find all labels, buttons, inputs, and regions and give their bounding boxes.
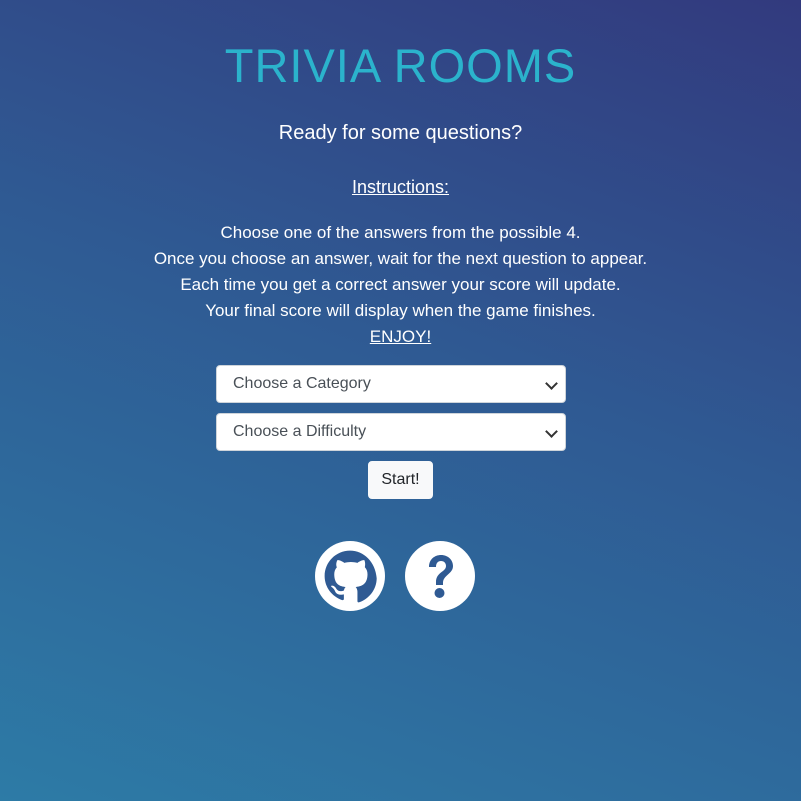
instruction-line: Once you choose an answer, wait for the …: [153, 249, 648, 268]
chevron-down-icon: [545, 425, 558, 438]
github-icon[interactable]: [315, 541, 385, 611]
instruction-line: Choose one of the answers from the possi…: [220, 223, 581, 242]
instructions-text: Choose one of the answers from the possi…: [0, 220, 801, 350]
difficulty-select-value: Choose a Difficulty: [233, 423, 367, 440]
difficulty-select[interactable]: Choose a Difficulty: [216, 413, 566, 451]
instruction-line: Your final score will display when the g…: [205, 301, 596, 320]
category-select-value: Choose a Category: [233, 375, 371, 392]
page-subtitle: Ready for some questions?: [278, 122, 523, 144]
instruction-line: Each time you get a correct answer your …: [180, 275, 621, 294]
category-select[interactable]: Choose a Category: [216, 365, 566, 403]
page: TRIVIA ROOMS Ready for some questions? I…: [0, 0, 801, 801]
start-button[interactable]: Start!: [368, 461, 433, 499]
instructions-closing: ENJOY!: [369, 327, 432, 346]
chevron-down-icon: [545, 377, 558, 390]
help-icon[interactable]: [405, 541, 475, 611]
page-title: TRIVIA ROOMS: [224, 39, 577, 92]
instructions-heading: Instructions:: [351, 177, 450, 197]
